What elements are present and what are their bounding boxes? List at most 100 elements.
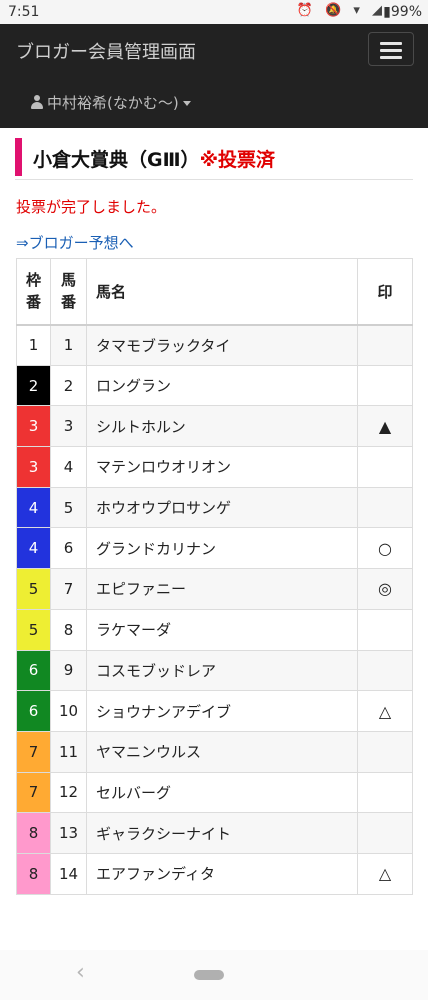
user-menu[interactable]: 中村裕希(なかむ〜) xyxy=(31,92,191,113)
mark-cell[interactable] xyxy=(357,771,413,814)
umaban-cell: 9 xyxy=(50,649,87,692)
horse-name-cell: シルトホルン xyxy=(86,405,358,448)
mark-cell[interactable] xyxy=(357,730,413,773)
vote-status: ※投票済 xyxy=(199,149,276,171)
umaban-cell: 6 xyxy=(50,527,87,570)
mark-cell[interactable]: ▲ xyxy=(357,405,413,448)
home-pill-icon[interactable] xyxy=(194,970,224,980)
table-row: 8 14 エアファンディタ △ xyxy=(16,852,413,895)
table-row: 5 7 エピファニー ◎ xyxy=(16,568,413,610)
table-row: 4 6 グランドカリナン ○ xyxy=(16,527,413,570)
umaban-cell: 11 xyxy=(50,730,87,773)
horse-name-cell: ヤマニンウルス xyxy=(86,730,358,773)
horse-name-cell: マテンロウオリオン xyxy=(86,446,358,488)
user-name: 中村裕希(なかむ〜) xyxy=(47,94,179,112)
umaban-cell: 2 xyxy=(50,364,87,407)
mark-cell[interactable]: △ xyxy=(357,852,413,895)
user-icon xyxy=(31,95,43,109)
brand-title[interactable]: ブロガー会員管理画面 xyxy=(16,38,196,64)
horse-name-cell: コスモブッドレア xyxy=(86,649,358,692)
hamburger-bar xyxy=(380,42,402,45)
waku-cell: 4 xyxy=(16,527,51,570)
umaban-cell: 4 xyxy=(50,446,87,488)
horse-name-cell: ロングラン xyxy=(86,364,358,407)
table-row: 2 2 ロングラン xyxy=(16,364,413,407)
table-row: 7 11 ヤマニンウルス xyxy=(16,730,413,773)
hamburger-bar xyxy=(380,49,402,52)
horse-name-cell: エピファニー xyxy=(86,568,358,610)
header-horse-name: 馬名 xyxy=(86,258,358,326)
status-bar: 7:51 ⏰ 🔕 ▾ ◢ ▮99% xyxy=(0,0,428,24)
waku-cell: 4 xyxy=(16,486,51,529)
horse-name-cell: セルバーグ xyxy=(86,771,358,814)
horse-name-cell: グランドカリナン xyxy=(86,527,358,570)
back-icon[interactable]: ‹ xyxy=(76,960,85,985)
horse-name-cell: エアファンディタ xyxy=(86,852,358,895)
menu-toggle-button[interactable] xyxy=(368,32,414,66)
umaban-cell: 12 xyxy=(50,771,87,814)
horse-name-cell: タマモブラックタイ xyxy=(86,324,358,366)
race-name: 小倉大賞典（GⅢ） xyxy=(33,149,200,171)
horse-name-cell: ホウオウプロサンゲ xyxy=(86,486,358,529)
heading-accent-bar xyxy=(15,138,22,176)
table-row: 6 10 ショウナンアデイブ △ xyxy=(16,690,413,732)
waku-cell: 7 xyxy=(16,730,51,773)
waku-cell: 6 xyxy=(16,649,51,692)
mark-cell[interactable] xyxy=(357,364,413,407)
umaban-cell: 8 xyxy=(50,608,87,651)
status-time: 7:51 xyxy=(8,4,40,20)
waku-cell: 5 xyxy=(16,608,51,651)
umaban-cell: 7 xyxy=(50,568,87,610)
mark-cell[interactable] xyxy=(357,486,413,529)
table-row: 6 9 コスモブッドレア xyxy=(16,649,413,692)
mark-cell[interactable] xyxy=(357,608,413,651)
horse-name-cell: ギャラクシーナイト xyxy=(86,812,358,854)
table-row: 5 8 ラケマーダ xyxy=(16,608,413,651)
waku-cell: 6 xyxy=(16,690,51,732)
vote-complete-message: 投票が完了しました。 xyxy=(16,198,167,216)
table-row: 4 5 ホウオウプロサンゲ xyxy=(16,486,413,529)
header-umaban: 馬番 xyxy=(50,258,87,326)
system-navigation-bar: ‹ xyxy=(0,950,428,1000)
umaban-cell: 1 xyxy=(50,324,87,366)
mark-cell[interactable]: ○ xyxy=(357,527,413,570)
mark-cell[interactable] xyxy=(357,446,413,488)
table-row: 7 12 セルバーグ xyxy=(16,771,413,814)
status-icons: ⏰ 🔕 ▾ ◢ xyxy=(296,3,386,18)
waku-cell: 5 xyxy=(16,568,51,610)
waku-cell: 1 xyxy=(16,324,51,366)
race-heading: 小倉大賞典（GⅢ）※投票済 xyxy=(15,138,413,180)
umaban-cell: 13 xyxy=(50,812,87,854)
waku-cell: 7 xyxy=(16,771,51,814)
mark-cell[interactable] xyxy=(357,649,413,692)
waku-cell: 3 xyxy=(16,405,51,448)
hamburger-bar xyxy=(380,56,402,59)
header-mark: 印 xyxy=(357,258,413,326)
umaban-cell: 5 xyxy=(50,486,87,529)
umaban-cell: 14 xyxy=(50,852,87,895)
mark-cell[interactable] xyxy=(357,812,413,854)
table-row: 3 3 シルトホルン ▲ xyxy=(16,405,413,448)
waku-cell: 8 xyxy=(16,852,51,895)
umaban-cell: 10 xyxy=(50,690,87,732)
navbar: ブロガー会員管理画面 中村裕希(なかむ〜) xyxy=(0,24,428,128)
mark-cell[interactable]: ◎ xyxy=(357,568,413,610)
table-row: 1 1 タマモブラックタイ xyxy=(16,324,413,366)
battery-level: ▮99% xyxy=(383,4,422,20)
blogger-prediction-link[interactable]: ⇒ブロガー予想へ xyxy=(16,232,134,253)
race-title: 小倉大賞典（GⅢ）※投票済 xyxy=(33,145,275,172)
horse-name-cell: ラケマーダ xyxy=(86,608,358,651)
table-row: 3 4 マテンロウオリオン xyxy=(16,446,413,488)
mark-cell[interactable]: △ xyxy=(357,690,413,732)
waku-cell: 8 xyxy=(16,812,51,854)
caret-down-icon xyxy=(182,101,191,106)
waku-cell: 3 xyxy=(16,446,51,488)
table-row: 8 13 ギャラクシーナイト xyxy=(16,812,413,854)
horse-table: 枠番 馬番 馬名 印 1 1 タマモブラックタイ 2 2 ロングラン 3 3 シルトホルン ▲ 3 4… xyxy=(16,258,413,895)
table-header-row: 枠番 馬番 馬名 印 xyxy=(16,258,413,326)
umaban-cell: 3 xyxy=(50,405,87,448)
horse-name-cell: ショウナンアデイブ xyxy=(86,690,358,732)
waku-cell: 2 xyxy=(16,364,51,407)
header-waku: 枠番 xyxy=(16,258,51,326)
mark-cell[interactable] xyxy=(357,324,413,366)
